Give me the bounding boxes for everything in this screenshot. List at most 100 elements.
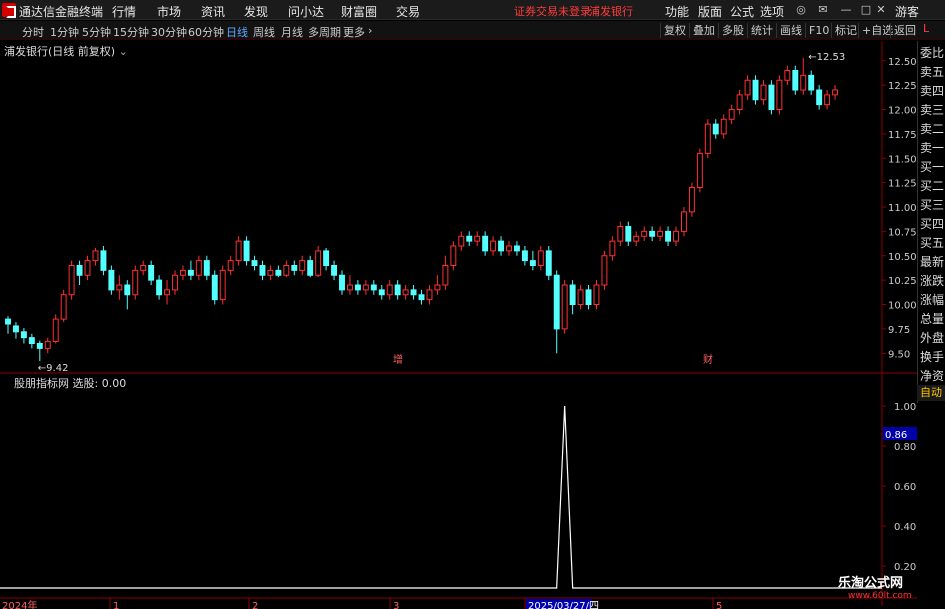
candle-body[interactable] [521, 250, 528, 262]
menu-item-wealth[interactable]: 财富圈 [341, 3, 377, 20]
candle-body[interactable] [553, 274, 560, 330]
candle-body[interactable] [12, 325, 19, 333]
candle-body[interactable] [720, 118, 727, 135]
candle-body[interactable] [601, 255, 608, 286]
candle-body[interactable] [243, 240, 250, 262]
candle-body[interactable] [649, 230, 656, 237]
candle-body[interactable] [824, 94, 831, 106]
candle-body[interactable] [195, 260, 202, 276]
candle-body[interactable] [712, 123, 719, 135]
candle-body[interactable] [235, 240, 242, 262]
candle-body[interactable] [148, 265, 155, 281]
candle-body[interactable] [816, 89, 823, 106]
candle-body[interactable] [832, 89, 839, 96]
candle-body[interactable] [529, 260, 536, 266]
candle-body[interactable] [267, 269, 274, 276]
candle-body[interactable] [219, 269, 226, 301]
candle-body[interactable] [506, 245, 512, 252]
candle-body[interactable] [593, 284, 600, 305]
candle-body[interactable] [410, 289, 417, 296]
minimize-icon[interactable]: — [840, 4, 852, 16]
candle-body[interactable] [426, 289, 433, 301]
menu-item-options[interactable]: 选项 [760, 3, 784, 20]
candlestick-chart[interactable]: ←12.53 ←9.42 增 财 12.50 12.25 12.00 11.75 11.50 1… [0, 41, 917, 609]
candle-body[interactable] [760, 84, 767, 101]
close-icon[interactable]: ✕ [875, 4, 887, 16]
period-tab-1min[interactable]: 1分钟 [50, 24, 79, 40]
candle-body[interactable] [458, 235, 465, 247]
candle-body[interactable] [513, 245, 520, 252]
candle-body[interactable] [378, 289, 385, 296]
candle-body[interactable] [60, 294, 67, 320]
candle-body[interactable] [5, 318, 11, 325]
button-mark[interactable]: 标记 [831, 23, 860, 38]
candle-body[interactable] [331, 265, 338, 276]
auto-button[interactable]: 自动 [917, 385, 945, 401]
event-marker-increase[interactable]: 增 [393, 353, 403, 366]
period-tab-monthly[interactable]: 月线 [281, 24, 303, 40]
candle-body[interactable] [688, 187, 695, 213]
chevron-right-icon[interactable]: › [368, 24, 372, 37]
candle-body[interactable] [227, 260, 234, 271]
candle-body[interactable] [641, 230, 648, 237]
candle-body[interactable] [259, 265, 266, 276]
candle-body[interactable] [498, 240, 505, 252]
login-warning[interactable]: 证券交易未登录 [514, 3, 591, 19]
candle-body[interactable] [299, 260, 306, 271]
menu-item-discover[interactable]: 发现 [244, 3, 268, 20]
menu-item-ask[interactable]: 问小达 [288, 3, 324, 20]
candle-body[interactable] [561, 284, 568, 330]
candle-body[interactable] [362, 284, 369, 291]
menu-item-market[interactable]: 市场 [157, 3, 181, 20]
candle-body[interactable] [211, 274, 218, 301]
candle-body[interactable] [52, 318, 59, 343]
candle-body[interactable] [92, 250, 99, 262]
maximize-icon[interactable]: □ [860, 4, 872, 16]
candle-body[interactable] [657, 230, 664, 237]
period-tab-weekly[interactable]: 周线 [253, 24, 275, 40]
candle-body[interactable] [696, 152, 703, 188]
candle-body[interactable] [680, 211, 687, 232]
candle-body[interactable] [251, 260, 258, 266]
period-tab-60min[interactable]: 60分钟 [188, 24, 224, 40]
candle-body[interactable] [736, 94, 743, 110]
button-f10[interactable]: F10 [805, 23, 832, 38]
button-overlay[interactable]: 叠加 [689, 23, 718, 38]
candle-body[interactable] [346, 284, 353, 291]
candle-body[interactable] [569, 284, 576, 305]
candle-body[interactable] [418, 294, 425, 301]
candle-body[interactable] [68, 265, 75, 296]
candle-body[interactable] [164, 289, 171, 296]
candle-body[interactable] [466, 235, 473, 242]
candle-body[interactable] [752, 79, 759, 101]
event-marker-finance[interactable]: 财 [703, 353, 713, 366]
candle-body[interactable] [172, 274, 178, 291]
candle-body[interactable] [394, 284, 401, 296]
candle-body[interactable] [283, 265, 290, 276]
candle-body[interactable] [625, 226, 632, 242]
candle-body[interactable] [537, 250, 544, 266]
candle-body[interactable] [76, 265, 83, 276]
candle-body[interactable] [28, 337, 35, 344]
candle-body[interactable] [490, 240, 497, 252]
menu-item-news[interactable]: 资讯 [201, 3, 225, 20]
candle-body[interactable] [84, 260, 91, 276]
period-tab-multi[interactable]: 多周期 [308, 24, 341, 40]
candle-body[interactable] [20, 331, 27, 339]
period-tab-timeshare[interactable]: 分时 [22, 24, 44, 40]
candle-body[interactable] [275, 269, 282, 276]
candle-body[interactable] [140, 265, 147, 271]
candle-body[interactable] [609, 240, 616, 257]
candle-body[interactable] [728, 109, 735, 120]
period-tab-5min[interactable]: 5分钟 [82, 24, 111, 40]
candle-body[interactable] [323, 250, 330, 266]
button-adjust[interactable]: 复权 [660, 23, 689, 38]
candle-body[interactable] [315, 250, 322, 276]
candle-body[interactable] [354, 284, 361, 291]
candle-body[interactable] [203, 260, 210, 276]
period-tab-15min[interactable]: 15分钟 [113, 24, 149, 40]
candle-body[interactable] [800, 74, 807, 91]
candle-body[interactable] [108, 269, 115, 291]
button-stats[interactable]: 统计 [747, 23, 776, 38]
guest-user[interactable]: 游客 [895, 3, 919, 20]
